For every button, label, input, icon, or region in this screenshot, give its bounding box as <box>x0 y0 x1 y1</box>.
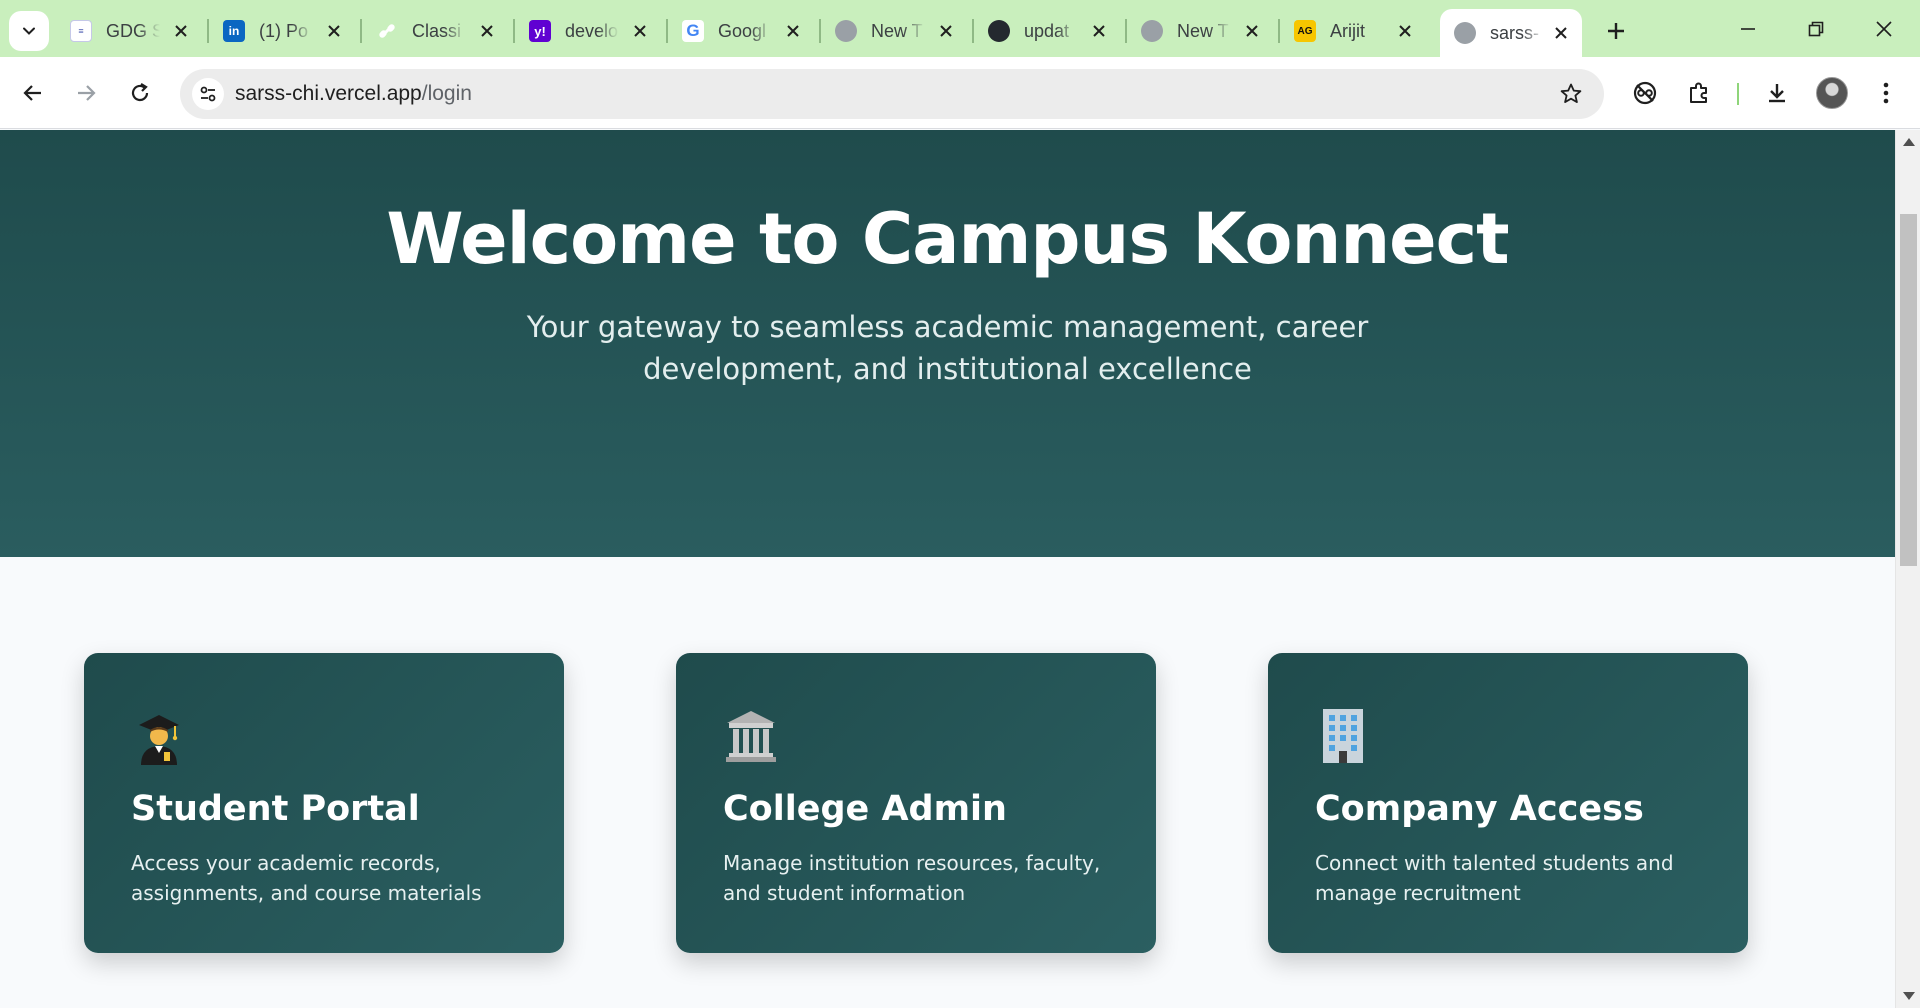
browser-toolbar: sarss-chi.vercel.app/login <box>0 57 1920 129</box>
back-button[interactable] <box>13 73 53 113</box>
url-host: sarss-chi.vercel.app <box>235 82 422 105</box>
close-window-button[interactable] <box>1850 6 1918 52</box>
url-path: /login <box>421 82 472 105</box>
card-description: Access your academic records, assignment… <box>131 851 482 905</box>
tab-title: develo <box>565 20 619 41</box>
restore-icon <box>1808 21 1824 37</box>
office-building-icon <box>1323 709 1363 763</box>
browser-tab[interactable]: updat <box>974 11 1120 51</box>
tab-title: Classi <box>412 20 462 41</box>
tab-title: Googl <box>718 20 767 41</box>
tab-title: sarss- <box>1490 22 1539 43</box>
browser-tab-active[interactable]: sarss- <box>1440 9 1582 57</box>
menu-button[interactable] <box>1868 75 1904 111</box>
tab-title: GDG S <box>106 20 160 41</box>
yahoo-icon: y! <box>529 20 551 42</box>
close-icon[interactable] <box>1090 22 1108 40</box>
graduate-icon <box>139 715 179 765</box>
scroll-up-arrow-icon[interactable] <box>1903 138 1915 146</box>
close-icon[interactable] <box>478 22 496 40</box>
card-description: Connect with talented students and manag… <box>1315 851 1674 905</box>
hero-subtitle: Your gateway to seamless academic manage… <box>526 310 1369 386</box>
browser-tab[interactable]: AG Arijit <box>1280 11 1426 51</box>
close-icon[interactable] <box>631 22 649 40</box>
classical-building-icon <box>726 711 776 762</box>
close-icon[interactable] <box>784 22 802 40</box>
arrow-right-icon <box>78 85 96 101</box>
browser-tab[interactable]: in (1) Po <box>209 11 355 51</box>
card-title: College Admin <box>723 789 1007 829</box>
no-tracking-icon <box>1633 81 1657 105</box>
plus-icon <box>1608 23 1624 39</box>
ag-icon: AG <box>1294 20 1316 42</box>
card-title: Student Portal <box>131 789 420 829</box>
card-description: Manage institution resources, faculty, a… <box>723 851 1101 905</box>
bookmark-button[interactable] <box>1558 81 1584 107</box>
globe-icon <box>1454 22 1476 44</box>
profile-avatar[interactable] <box>1816 77 1848 109</box>
card-title: Company Access <box>1315 789 1644 829</box>
hero-section: Welcome to Campus Konnect Your gateway t… <box>0 130 1895 557</box>
page-scrollbar[interactable] <box>1895 130 1920 1008</box>
close-icon[interactable] <box>1552 24 1570 42</box>
browser-tab[interactable]: G Googl <box>668 11 814 51</box>
url-text[interactable]: sarss-chi.vercel.app/login <box>235 82 472 106</box>
site-info-button[interactable] <box>192 78 224 110</box>
restore-button[interactable] <box>1782 6 1850 52</box>
tab-title: Arijit <box>1330 20 1365 41</box>
forward-button[interactable] <box>66 73 106 113</box>
student-portal-card[interactable]: Student Portal Access your academic reco… <box>84 653 564 953</box>
extension-button[interactable] <box>1627 75 1663 111</box>
downloads-button[interactable] <box>1759 75 1795 111</box>
browser-tab[interactable]: ≡ GDG S <box>56 11 202 51</box>
link-icon <box>376 20 398 42</box>
gdg-icon: ≡ <box>70 20 92 42</box>
reload-button[interactable] <box>120 73 160 113</box>
extensions-button[interactable] <box>1681 75 1717 111</box>
browser-tab[interactable]: Classi <box>362 11 508 51</box>
close-icon[interactable] <box>172 22 190 40</box>
globe-icon <box>1141 20 1163 42</box>
company-access-card[interactable]: Company Access Connect with talented stu… <box>1268 653 1748 953</box>
portal-cards-section: Student Portal Access your academic reco… <box>0 557 1895 1008</box>
toolbar-divider <box>1737 83 1739 105</box>
scroll-down-arrow-icon[interactable] <box>1903 992 1915 1000</box>
browser-tab-strip: ≡ GDG S in (1) Po Classi y! develo G Goo… <box>0 0 1920 57</box>
tab-title: (1) Po <box>259 20 309 41</box>
tab-title: New T <box>1177 20 1229 41</box>
puzzle-icon <box>1690 82 1707 103</box>
close-icon[interactable] <box>325 22 343 40</box>
download-icon <box>1769 84 1785 103</box>
close-icon[interactable] <box>1396 22 1414 40</box>
browser-tab[interactable]: New T <box>1127 11 1273 51</box>
tab-title: New T <box>871 20 923 41</box>
google-icon: G <box>682 20 704 42</box>
college-admin-card[interactable]: College Admin Manage institution resourc… <box>676 653 1156 953</box>
linkedin-icon: in <box>223 20 245 42</box>
tab-title: updat <box>1024 20 1070 41</box>
close-icon[interactable] <box>937 22 955 40</box>
minimize-icon <box>1741 28 1755 30</box>
minimize-button[interactable] <box>1714 6 1782 52</box>
star-icon <box>1560 83 1582 103</box>
tune-icon <box>200 86 216 102</box>
browser-tab[interactable]: New T <box>821 11 967 51</box>
tab-search-button[interactable] <box>9 11 49 51</box>
chevron-down-icon <box>23 27 35 35</box>
close-icon <box>1876 21 1892 37</box>
globe-icon <box>835 20 857 42</box>
close-icon[interactable] <box>1243 22 1261 40</box>
github-icon <box>988 20 1010 42</box>
page-title: Welcome to Campus Konnect <box>386 198 1509 280</box>
browser-tab[interactable]: y! develo <box>515 11 661 51</box>
scroll-thumb[interactable] <box>1900 214 1917 566</box>
address-bar[interactable]: sarss-chi.vercel.app/login <box>180 69 1604 119</box>
new-tab-button[interactable] <box>1598 13 1634 49</box>
more-vertical-icon <box>1883 82 1889 104</box>
arrow-left-icon <box>23 85 41 101</box>
reload-icon <box>131 83 149 102</box>
